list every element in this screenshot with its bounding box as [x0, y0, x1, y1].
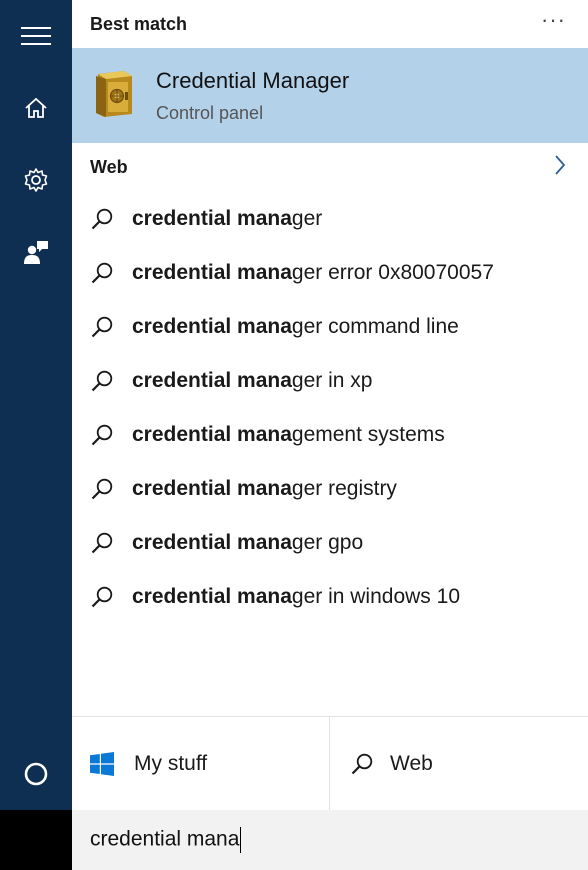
search-icon — [91, 370, 113, 392]
search-icon — [351, 753, 373, 775]
web-result-match: credential mana — [132, 531, 292, 554]
web-result-completion: gement systems — [291, 423, 445, 446]
web-result-text: credential manager — [132, 207, 322, 231]
web-result-text: credential manager error 0x80070057 — [132, 261, 494, 285]
search-box[interactable]: credential mana — [72, 810, 588, 870]
home-button[interactable] — [0, 80, 72, 136]
cortana-circle-icon — [24, 762, 48, 786]
best-match-result[interactable]: Credential Manager Control panel — [72, 48, 588, 143]
text-caret — [240, 827, 242, 853]
web-result-match: credential mana — [132, 315, 292, 338]
web-result-item[interactable]: credential manager command line — [72, 300, 588, 354]
web-scope-button[interactable]: Web — [330, 717, 588, 811]
web-result-completion: ger — [291, 207, 323, 230]
web-result-item[interactable]: credential manager in xp — [72, 354, 588, 408]
search-scope-bar: My stuff Web — [72, 716, 588, 811]
home-icon — [25, 97, 47, 118]
web-result-match: credential mana — [132, 261, 292, 284]
search-query-value: credential mana — [90, 827, 240, 851]
web-result-item[interactable]: credential manager — [72, 192, 588, 246]
hamburger-icon — [21, 27, 51, 45]
web-result-text: credential manager registry — [132, 477, 397, 501]
web-result-item[interactable]: credential management systems — [72, 408, 588, 462]
web-header: Web — [90, 157, 128, 177]
chevron-right-icon[interactable] — [554, 154, 566, 176]
best-match-header: Best match — [90, 14, 188, 34]
web-result-match: credential mana — [132, 369, 292, 392]
settings-button[interactable] — [0, 152, 72, 208]
more-options-button[interactable]: ··· — [541, 9, 566, 31]
rail-bottom — [0, 810, 72, 870]
feedback-icon — [24, 241, 48, 264]
web-result-completion: ger in xp — [291, 369, 373, 392]
web-result-item[interactable]: credential manager error 0x80070057 — [72, 246, 588, 300]
web-result-match: credential mana — [132, 423, 292, 446]
left-rail — [0, 0, 72, 810]
search-icon — [91, 208, 113, 230]
credential-manager-vault-icon — [96, 71, 132, 117]
web-scope-label: Web — [390, 752, 433, 775]
web-result-text: credential manager in xp — [132, 369, 372, 393]
cortana-button[interactable] — [0, 746, 72, 802]
search-icon — [91, 532, 113, 554]
web-result-text: credential management systems — [132, 423, 445, 447]
web-result-completion: ger in windows 10 — [291, 585, 460, 608]
web-result-text: credential manager command line — [132, 315, 459, 339]
web-result-match: credential mana — [132, 585, 292, 608]
web-result-item[interactable]: credential manager registry — [72, 462, 588, 516]
best-match-subtitle: Control panel — [156, 103, 264, 123]
search-icon — [91, 478, 113, 500]
search-icon — [91, 586, 113, 608]
web-result-match: credential mana — [132, 207, 292, 230]
best-match-title: Credential Manager — [156, 68, 350, 93]
web-results-list: credential manager credential manager err… — [72, 192, 588, 624]
web-result-completion: ger error 0x80070057 — [291, 261, 494, 284]
menu-button[interactable] — [0, 8, 72, 64]
search-query-text: credential mana — [90, 827, 242, 853]
gear-icon — [24, 168, 48, 192]
feedback-button[interactable] — [0, 224, 72, 280]
my-stuff-label: My stuff — [134, 752, 208, 775]
web-result-match: credential mana — [132, 477, 292, 500]
web-result-completion: ger registry — [291, 477, 397, 500]
search-icon — [91, 262, 113, 284]
web-result-text: credential manager in windows 10 — [132, 585, 460, 609]
search-results-panel: Best match ··· Credential Manager Contro… — [72, 0, 588, 716]
web-result-completion: ger command line — [291, 315, 459, 338]
web-result-text: credential manager gpo — [132, 531, 363, 555]
my-stuff-button[interactable]: My stuff — [72, 717, 330, 811]
web-result-completion: ger gpo — [291, 531, 364, 554]
web-result-item[interactable]: credential manager gpo — [72, 516, 588, 570]
search-icon — [91, 424, 113, 446]
windows-logo-icon — [90, 752, 114, 776]
web-result-item[interactable]: credential manager in windows 10 — [72, 570, 588, 624]
search-icon — [91, 316, 113, 338]
